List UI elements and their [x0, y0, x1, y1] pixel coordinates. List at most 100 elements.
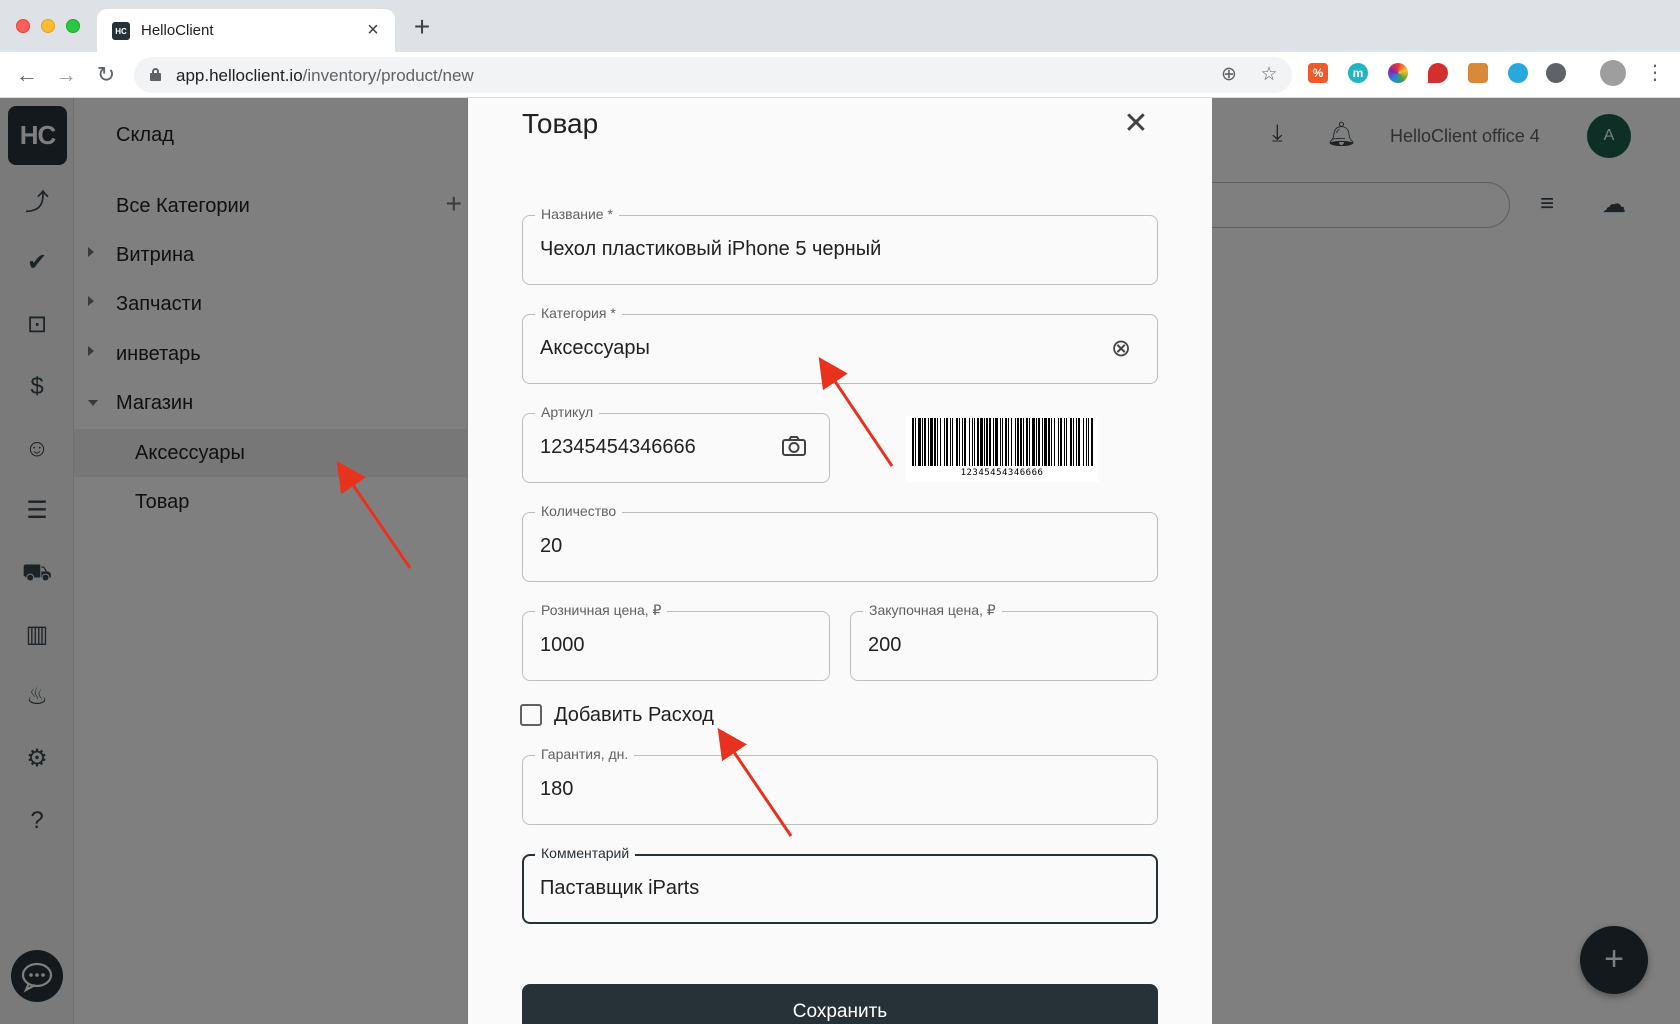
barcode-bars [912, 418, 1093, 466]
barcode-bar [1054, 418, 1055, 466]
purchase-price-field[interactable]: Закупочная цена, ₽ 200 [850, 602, 1158, 681]
barcode-bar [969, 418, 970, 466]
url-text: app.helloclient.io/inventory/product/new [176, 66, 474, 85]
barcode-bar [1008, 418, 1009, 466]
barcode-bar [984, 418, 985, 466]
browser-tab[interactable]: HC HelloClient × [97, 9, 395, 52]
extension-icon[interactable] [1428, 63, 1448, 83]
barcode-bar [1032, 418, 1035, 466]
field-label: Количество [535, 503, 623, 519]
barcode-bar [940, 418, 941, 466]
field-label: Артикул [535, 404, 600, 420]
field-value: Чехол пластиковый iPhone 5 черный [540, 238, 882, 260]
category-field[interactable]: Категория * Аксессуары ⊗ [522, 305, 1158, 384]
barcode-bar [1070, 418, 1072, 466]
barcode-bar [944, 418, 945, 466]
back-icon[interactable]: ← [14, 62, 40, 88]
barcode-bar [972, 418, 973, 466]
barcode-bar [1020, 418, 1022, 466]
barcode-bar [930, 418, 933, 466]
profile-avatar[interactable] [1600, 60, 1626, 86]
field-label: Розничная цена, ₽ [535, 602, 668, 619]
reload-icon[interactable]: ↻ [93, 62, 119, 88]
barcode-bar [1000, 418, 1001, 466]
field-label: Комментарий [535, 845, 636, 861]
quantity-field[interactable]: Количество 20 [522, 503, 1158, 582]
close-icon[interactable]: ✕ [1120, 108, 1152, 140]
field-value: Аксессуары [540, 337, 650, 359]
barcode-bar [1091, 418, 1093, 466]
star-icon[interactable]: ☆ [1258, 64, 1280, 86]
field-value: 1000 [540, 634, 585, 656]
clear-icon[interactable]: ⊗ [1105, 333, 1137, 365]
barcode-bar [1060, 418, 1062, 466]
field-value: 200 [868, 634, 902, 656]
barcode-bar [964, 418, 966, 466]
extension-icon[interactable]: % [1308, 63, 1328, 83]
add-expense-checkbox[interactable] [520, 704, 542, 726]
barcode-bar [952, 418, 953, 466]
dialog-title: Товар [522, 108, 599, 139]
barcode-bar [928, 418, 929, 466]
retail-price-field[interactable]: Розничная цена, ₽ 1000 [522, 602, 830, 681]
barcode-bar [1011, 418, 1012, 466]
name-field[interactable]: Название * Чехол пластиковый iPhone 5 че… [522, 206, 1158, 285]
lock-icon [150, 68, 161, 81]
barcode-bar [1036, 418, 1037, 466]
barcode-bar [950, 418, 951, 466]
barcode-bar [1048, 418, 1050, 466]
barcode-number: 12345454346666 [960, 468, 1044, 478]
extension-icon[interactable]: m [1348, 63, 1368, 83]
barcode-bar [974, 418, 975, 466]
save-button[interactable]: Сохранить [522, 984, 1158, 1024]
barcode-bar [918, 418, 921, 466]
barcode-bar [956, 418, 958, 466]
barcode-bar [1023, 418, 1024, 466]
add-icon[interactable]: ⊕ [1218, 64, 1240, 86]
menu-icon[interactable]: ⋮ [1645, 60, 1665, 86]
barcode-bar [1029, 418, 1030, 466]
extension-icon[interactable] [1546, 63, 1566, 83]
checkbox-label[interactable]: Добавить Расход [554, 704, 714, 727]
new-tab-icon[interactable]: + [408, 13, 436, 42]
extension-icon[interactable] [1468, 63, 1488, 83]
barcode-bar [1064, 418, 1065, 466]
barcode-image: 12345454346666 [906, 416, 1098, 482]
app: HC ⤴ ✔ ⊡ $ ☺ ☰ ⛟ ▥ ♨ ⚙ ? Склад Все Катег… [0, 98, 1680, 1024]
warranty-field[interactable]: Гарантия, дн. 180 [522, 746, 1158, 825]
barcode-bar [959, 418, 960, 466]
barcode-bar [1076, 418, 1077, 466]
barcode-bar [1073, 418, 1074, 466]
barcode-bar [977, 418, 979, 466]
barcode-bar [995, 418, 998, 466]
field-label: Категория * [535, 305, 622, 321]
barcode-bar [922, 418, 923, 466]
barcode-bar [912, 418, 914, 466]
forward-icon[interactable]: → [53, 62, 79, 88]
barcode-bar [1083, 418, 1084, 466]
extension-icon[interactable] [1508, 63, 1528, 83]
maximize-window-button[interactable] [66, 19, 80, 33]
barcode-bar [1002, 418, 1003, 466]
barcode-bar [1026, 418, 1028, 466]
sku-field[interactable]: Артикул 12345454346666 [522, 404, 830, 483]
barcode-bar [962, 418, 963, 466]
tab-title: HelloClient [141, 22, 214, 39]
barcode-bar [980, 418, 983, 466]
minimize-window-button[interactable] [41, 19, 55, 33]
barcode-bar [924, 418, 926, 466]
barcode-bar [934, 418, 936, 466]
close-window-button[interactable] [16, 19, 30, 33]
camera-icon[interactable] [778, 432, 810, 464]
comment-field[interactable]: Комментарий Паставщик iParts [522, 845, 1158, 924]
barcode-bar [1088, 418, 1089, 466]
barcode-bar [937, 418, 938, 466]
barcode-bar [1058, 418, 1059, 466]
barcode-bar [946, 418, 948, 466]
barcode-bar [1044, 418, 1047, 466]
barcode-bar [1017, 418, 1019, 466]
barcode-bar [993, 418, 994, 466]
extension-icon[interactable] [1388, 63, 1408, 83]
address-bar[interactable]: app.helloclient.io/inventory/product/new… [134, 57, 1292, 93]
tab-close-icon[interactable]: × [361, 18, 385, 42]
